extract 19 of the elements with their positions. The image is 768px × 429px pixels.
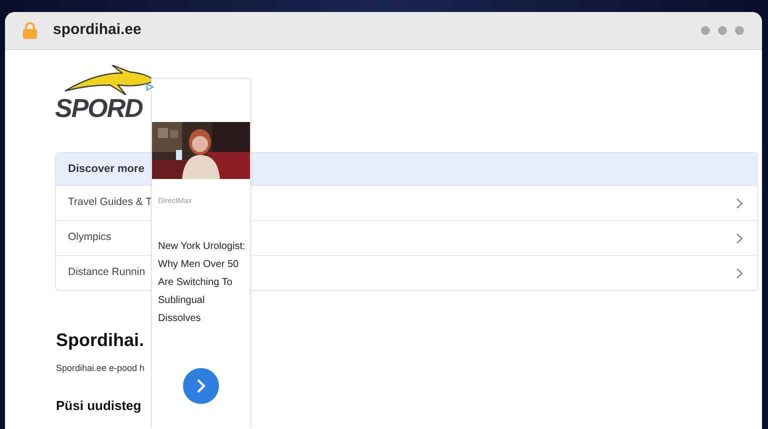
address-text: spordihai.ee — [53, 20, 142, 40]
article-text: Spordihai.ee e-pood h — [56, 362, 145, 375]
chevron-right-icon — [196, 378, 206, 394]
discover-item[interactable]: Olympics — [68, 230, 112, 246]
window-dot[interactable] — [718, 26, 727, 35]
next-button[interactable] — [183, 368, 219, 404]
window-dot[interactable] — [735, 26, 744, 35]
window-dot[interactable] — [701, 26, 710, 35]
ad-choices-icon[interactable] — [146, 83, 154, 91]
ad-headline[interactable]: New York Urologist: Why Men Over 50 Are Switching To Sublingual Dissolves — [158, 238, 246, 328]
section-heading: Püsi uudisteg — [56, 396, 142, 415]
chevron-right-icon — [736, 268, 743, 278]
article-heading: Spordihai. — [56, 329, 144, 352]
logo-text: SPORD — [55, 95, 144, 121]
discover-title: Discover more — [68, 162, 144, 177]
chevron-right-icon — [736, 232, 743, 244]
lock-icon — [23, 22, 37, 39]
chevron-right-icon — [736, 198, 743, 208]
discover-item[interactable]: Distance Runnin — [68, 265, 146, 281]
